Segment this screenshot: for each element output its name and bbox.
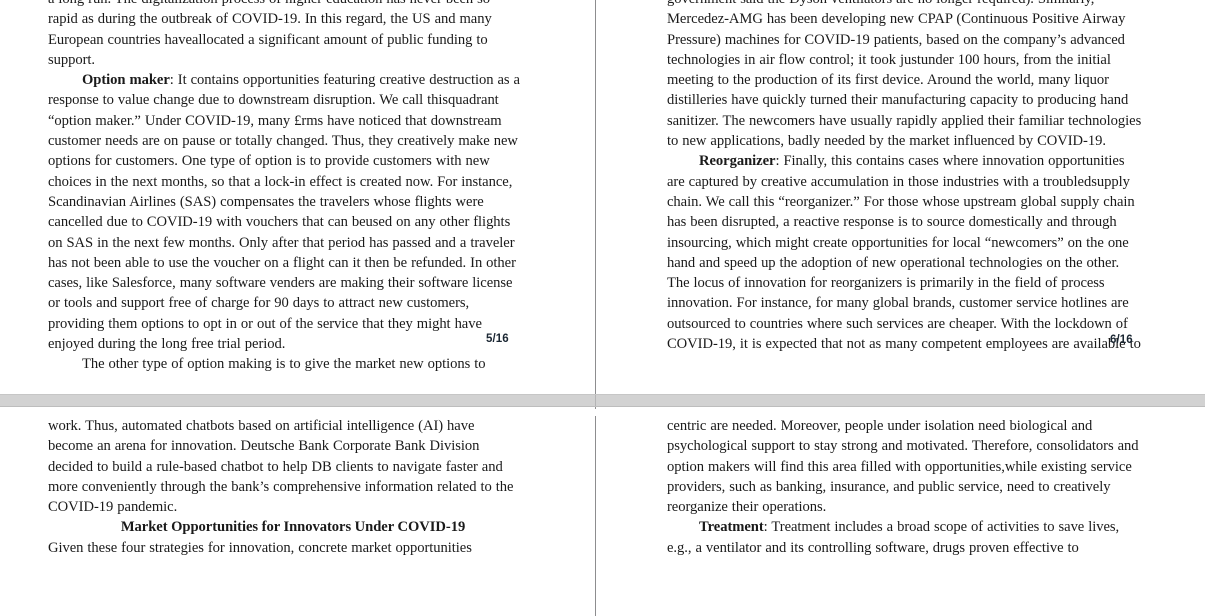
page-separator-band [0,394,1205,407]
page-6-right-column: centric are needed. Moreover, people und… [595,416,1205,558]
paragraph: The other type of option making is to gi… [82,356,486,373]
paragraph: work. Thus, automated chatbots based on … [48,418,514,516]
paragraph-body: : It contains opportunities featuring cr… [48,72,520,353]
paragraph-option-maker: Option maker: It contains opportunities … [48,70,520,354]
document-page-5: a long run. The digitalization process o… [0,0,1205,409]
page-number-6: 6/16 [1110,334,1133,346]
page-5-right-column: government said the Dyson ventilators ar… [595,0,1205,375]
paragraph-body: : Finally, this contains cases where inn… [667,153,1141,353]
page-6-left-column: work. Thus, automated chatbots based on … [0,416,595,558]
page-6-column-rule [595,416,596,616]
section-heading: Market Opportunities for Innovators Unde… [120,519,466,536]
page-5-column-rule [595,0,596,409]
page-5-left-column: a long run. The digitalization process o… [0,0,595,375]
paragraph: government said the Dyson ventilators ar… [667,0,1142,150]
page-number-5: 5/16 [486,333,509,345]
run-in-heading-treatment: Treatment [699,519,764,536]
paragraph: Given these four strategies for innovati… [48,539,472,556]
document-viewer[interactable]: a long run. The digitalization process o… [0,0,1205,616]
separator-column-rule [595,395,596,406]
page-5-columns: a long run. The digitalization process o… [0,0,1205,375]
run-in-heading-reorganizer: Reorganizer [699,153,776,170]
paragraph: centric are needed. Moreover, people und… [667,418,1139,516]
page-6-columns: work. Thus, automated chatbots based on … [0,416,1205,558]
paragraph-reorganizer: Reorganizer: Finally, this contains case… [667,151,1143,354]
paragraph-treatment: Treatment: Treatment includes a broad sc… [667,517,1143,558]
run-in-heading-option-maker: Option maker [82,72,170,89]
document-page-6: work. Thus, automated chatbots based on … [0,416,1205,616]
paragraph: a long run. The digitalization process o… [48,0,492,68]
